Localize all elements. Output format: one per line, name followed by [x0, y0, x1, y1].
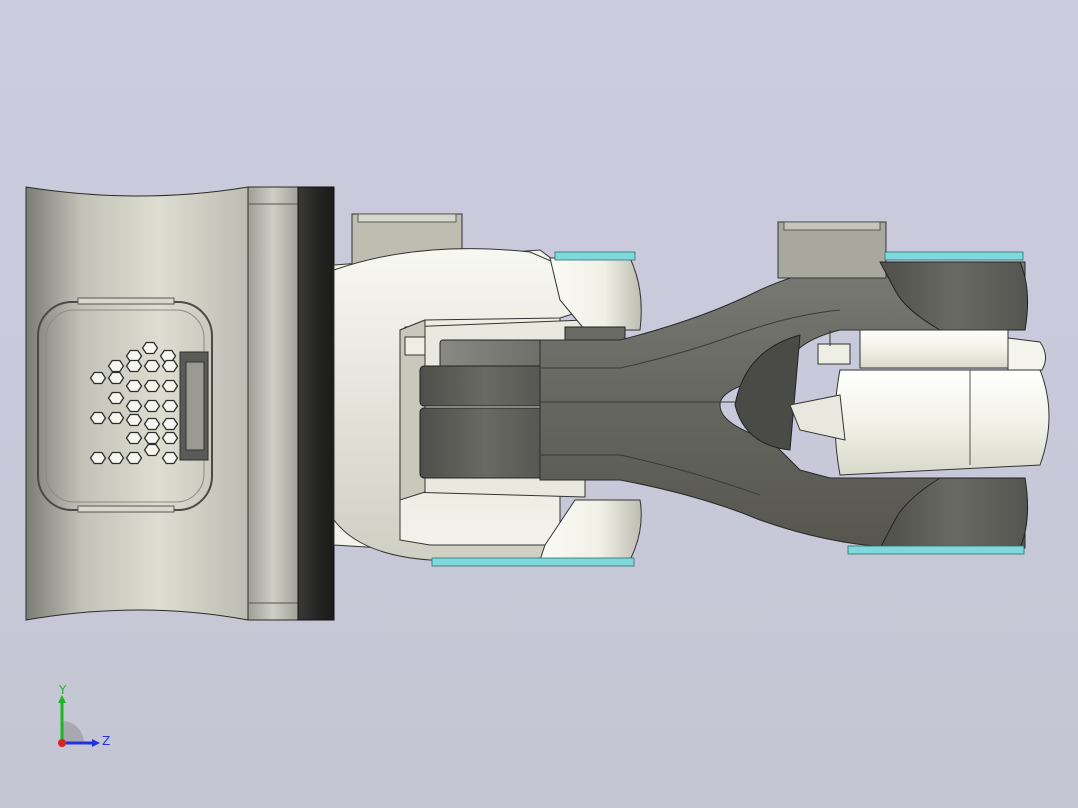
hex-vent: [161, 451, 179, 465]
base-flange[interactable]: [297, 186, 335, 621]
hex-vent: [161, 379, 179, 393]
hex-vent: [125, 399, 143, 413]
hex-vent: [161, 359, 179, 373]
hex-vent: [143, 443, 161, 457]
base-cylinder[interactable]: [25, 186, 299, 621]
hex-vent: [107, 451, 125, 465]
y-axis-label: Y: [58, 685, 67, 697]
hex-vent: [89, 411, 107, 425]
hex-vent: [125, 359, 143, 373]
shoulder-wheel-top[interactable]: [549, 251, 642, 331]
hex-vent: [143, 417, 161, 431]
hex-vent: [161, 399, 179, 413]
graphics-viewport[interactable]: Y Z: [0, 0, 1078, 808]
hex-vent: [161, 417, 179, 431]
wrist-unit[interactable]: [789, 329, 1050, 476]
hex-vent: [143, 359, 161, 373]
hex-vent: [107, 411, 125, 425]
hex-vent: [125, 379, 143, 393]
hex-vent: [89, 451, 107, 465]
x-axis-dot: [58, 739, 66, 747]
hex-vent: [143, 399, 161, 413]
hex-vent: [89, 371, 107, 385]
hex-vent: [125, 413, 143, 427]
hex-vent: [107, 371, 125, 385]
hex-vent: [125, 451, 143, 465]
hex-vent: [161, 431, 179, 445]
hex-vent: [107, 391, 125, 405]
hex-vent: [107, 359, 125, 373]
hex-vent: [143, 379, 161, 393]
hex-vent: [143, 431, 161, 445]
z-axis-label: Z: [102, 734, 110, 748]
robot-arm-model[interactable]: [0, 0, 1078, 808]
z-axis-arrowhead: [92, 739, 100, 747]
hex-vent: [125, 431, 143, 445]
coordinate-triad: Y Z: [58, 685, 110, 748]
triad-plane-shading: [62, 721, 84, 743]
hex-vent: [141, 341, 159, 355]
